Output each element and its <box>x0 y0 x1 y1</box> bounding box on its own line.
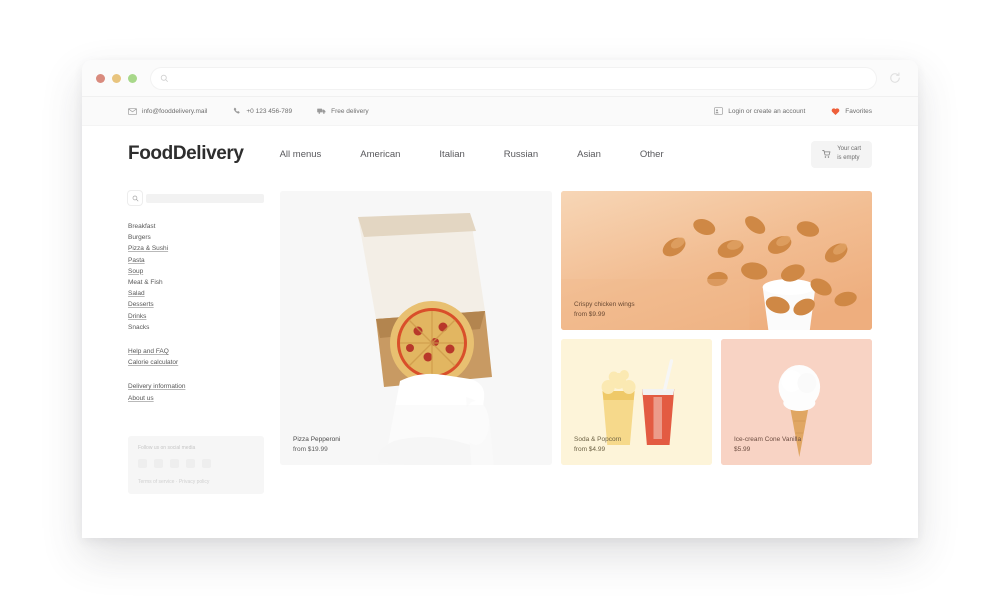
maximize-window-button[interactable] <box>128 73 137 83</box>
info-links: Delivery information About us <box>128 381 264 403</box>
pinterest-icon[interactable] <box>202 458 211 468</box>
social-promo-footer: Terms of service · Privacy policy <box>138 478 210 485</box>
link-help-and-faq[interactable]: Help and FAQ <box>128 346 264 357</box>
product-price: from $9.99 <box>574 310 606 318</box>
cart-button-label: Your cart is empty <box>837 145 861 162</box>
reload-icon[interactable] <box>886 69 904 87</box>
cart-button[interactable]: Your cart is empty <box>811 140 872 168</box>
product-card-pizza[interactable]: Pizza Pepperoni from $19.99 <box>280 191 552 465</box>
social-icons <box>138 458 254 468</box>
help-links: Help and FAQ Calorie calculator <box>128 346 264 368</box>
browser-chrome-bar <box>82 60 918 97</box>
nav-item-italian[interactable]: Italian <box>439 149 464 160</box>
link-calorie-calculator[interactable]: Calorie calculator <box>128 357 264 368</box>
minimize-window-button[interactable] <box>112 73 121 83</box>
grid-column-right: Crispy chicken wings from $9.99 Soda & P… <box>561 191 872 494</box>
grid-column-left: Pizza Pepperoni from $19.99 <box>280 191 552 494</box>
product-card-wings-label: Crispy chicken wings from $9.99 <box>574 300 635 319</box>
facebook-icon[interactable] <box>138 458 147 468</box>
category-breakfast[interactable]: Breakfast <box>128 221 264 232</box>
search-icon[interactable] <box>128 191 142 205</box>
category-list: Breakfast Burgers Pizza & Sushi Pasta So… <box>128 221 264 333</box>
free-delivery-text: Free delivery <box>331 107 369 115</box>
nav-item-american[interactable]: American <box>360 149 400 160</box>
phone-icon <box>232 107 241 116</box>
category-desserts[interactable]: Desserts <box>128 299 264 310</box>
close-window-button[interactable] <box>96 73 105 83</box>
page-content: info@fooddelivery.mail +0 123 456-789 Fr… <box>82 97 918 538</box>
product-title: Crispy chicken wings <box>574 301 635 308</box>
contact-phone-text: +0 123 456-789 <box>246 107 293 115</box>
link-delivery-information[interactable]: Delivery information <box>128 381 264 392</box>
product-grid: Pizza Pepperoni from $19.99 Crispy chick… <box>280 191 872 494</box>
cart-icon <box>822 150 831 159</box>
cart-line-2: is empty <box>837 155 860 161</box>
youtube-icon[interactable] <box>186 458 195 468</box>
main-navigation: All menus American Italian Russian Asian… <box>280 149 664 160</box>
nav-item-asian[interactable]: Asian <box>577 149 601 160</box>
social-promo-box: Follow us on social media Terms of servi… <box>128 435 264 494</box>
product-card-wings[interactable]: Crispy chicken wings from $9.99 <box>561 191 872 330</box>
login-link-text: Login or create an account <box>728 107 806 115</box>
user-card-icon <box>714 107 724 116</box>
contact-email[interactable]: info@fooddelivery.mail <box>128 107 207 116</box>
sidebar-search[interactable] <box>128 191 264 205</box>
product-card-soda-label: Soda & Popcorn from $4.99 <box>574 435 621 454</box>
category-snacks[interactable]: Snacks <box>128 322 264 333</box>
social-promo-title: Follow us on social media <box>138 444 196 451</box>
truck-icon <box>317 107 326 116</box>
product-title: Ice-cream Cone Vanilla <box>734 436 802 443</box>
category-burgers[interactable]: Burgers <box>128 232 264 243</box>
product-price: from $4.99 <box>574 445 606 453</box>
envelope-icon <box>128 107 137 116</box>
product-title: Soda & Popcorn <box>574 436 622 443</box>
site-header: FoodDelivery All menus American Italian … <box>82 126 918 182</box>
search-icon <box>160 74 169 83</box>
contact-email-text: info@fooddelivery.mail <box>142 107 208 115</box>
utility-top-bar: info@fooddelivery.mail +0 123 456-789 Fr… <box>82 97 918 126</box>
window-controls <box>96 73 137 83</box>
category-soup[interactable]: Soup <box>128 266 264 277</box>
address-bar[interactable] <box>151 67 876 89</box>
sidebar: Breakfast Burgers Pizza & Sushi Pasta So… <box>128 191 264 494</box>
favorites-link[interactable]: Favorites <box>831 107 872 116</box>
browser-window: info@fooddelivery.mail +0 123 456-789 Fr… <box>82 60 918 538</box>
favorites-link-text: Favorites <box>845 107 872 115</box>
site-logo[interactable]: FoodDelivery <box>128 143 244 165</box>
small-cards-row: Soda & Popcorn from $4.99 Ice-cream Cone… <box>561 339 872 465</box>
cart-line-1: Your cart <box>837 146 861 153</box>
heart-icon <box>831 107 840 116</box>
product-price: $5.99 <box>734 445 751 453</box>
product-card-pizza-label: Pizza Pepperoni from $19.99 <box>293 435 340 454</box>
category-meat-fish[interactable]: Meat & Fish <box>128 277 264 288</box>
product-price: from $19.99 <box>293 445 328 453</box>
product-card-icecream-label: Ice-cream Cone Vanilla $5.99 <box>734 435 801 454</box>
category-pasta[interactable]: Pasta <box>128 255 264 266</box>
search-input[interactable] <box>146 193 264 203</box>
instagram-icon[interactable] <box>170 458 179 468</box>
category-salad[interactable]: Salad <box>128 288 264 299</box>
twitter-icon[interactable] <box>154 458 163 468</box>
nav-item-all-menus[interactable]: All menus <box>280 149 322 160</box>
product-card-icecream[interactable]: Ice-cream Cone Vanilla $5.99 <box>721 339 872 465</box>
category-pizza-sushi[interactable]: Pizza & Sushi <box>128 243 264 254</box>
product-card-soda[interactable]: Soda & Popcorn from $4.99 <box>561 339 712 465</box>
product-title: Pizza Pepperoni <box>293 436 341 443</box>
content-area: Breakfast Burgers Pizza & Sushi Pasta So… <box>82 182 918 494</box>
nav-item-russian[interactable]: Russian <box>504 149 538 160</box>
nav-item-other[interactable]: Other <box>640 149 664 160</box>
pizza-image <box>280 191 552 465</box>
link-about-us[interactable]: About us <box>128 393 264 404</box>
contact-phone[interactable]: +0 123 456-789 <box>232 107 292 116</box>
free-delivery-note: Free delivery <box>317 107 369 116</box>
login-link[interactable]: Login or create an account <box>714 107 805 116</box>
category-drinks[interactable]: Drinks <box>128 311 264 322</box>
